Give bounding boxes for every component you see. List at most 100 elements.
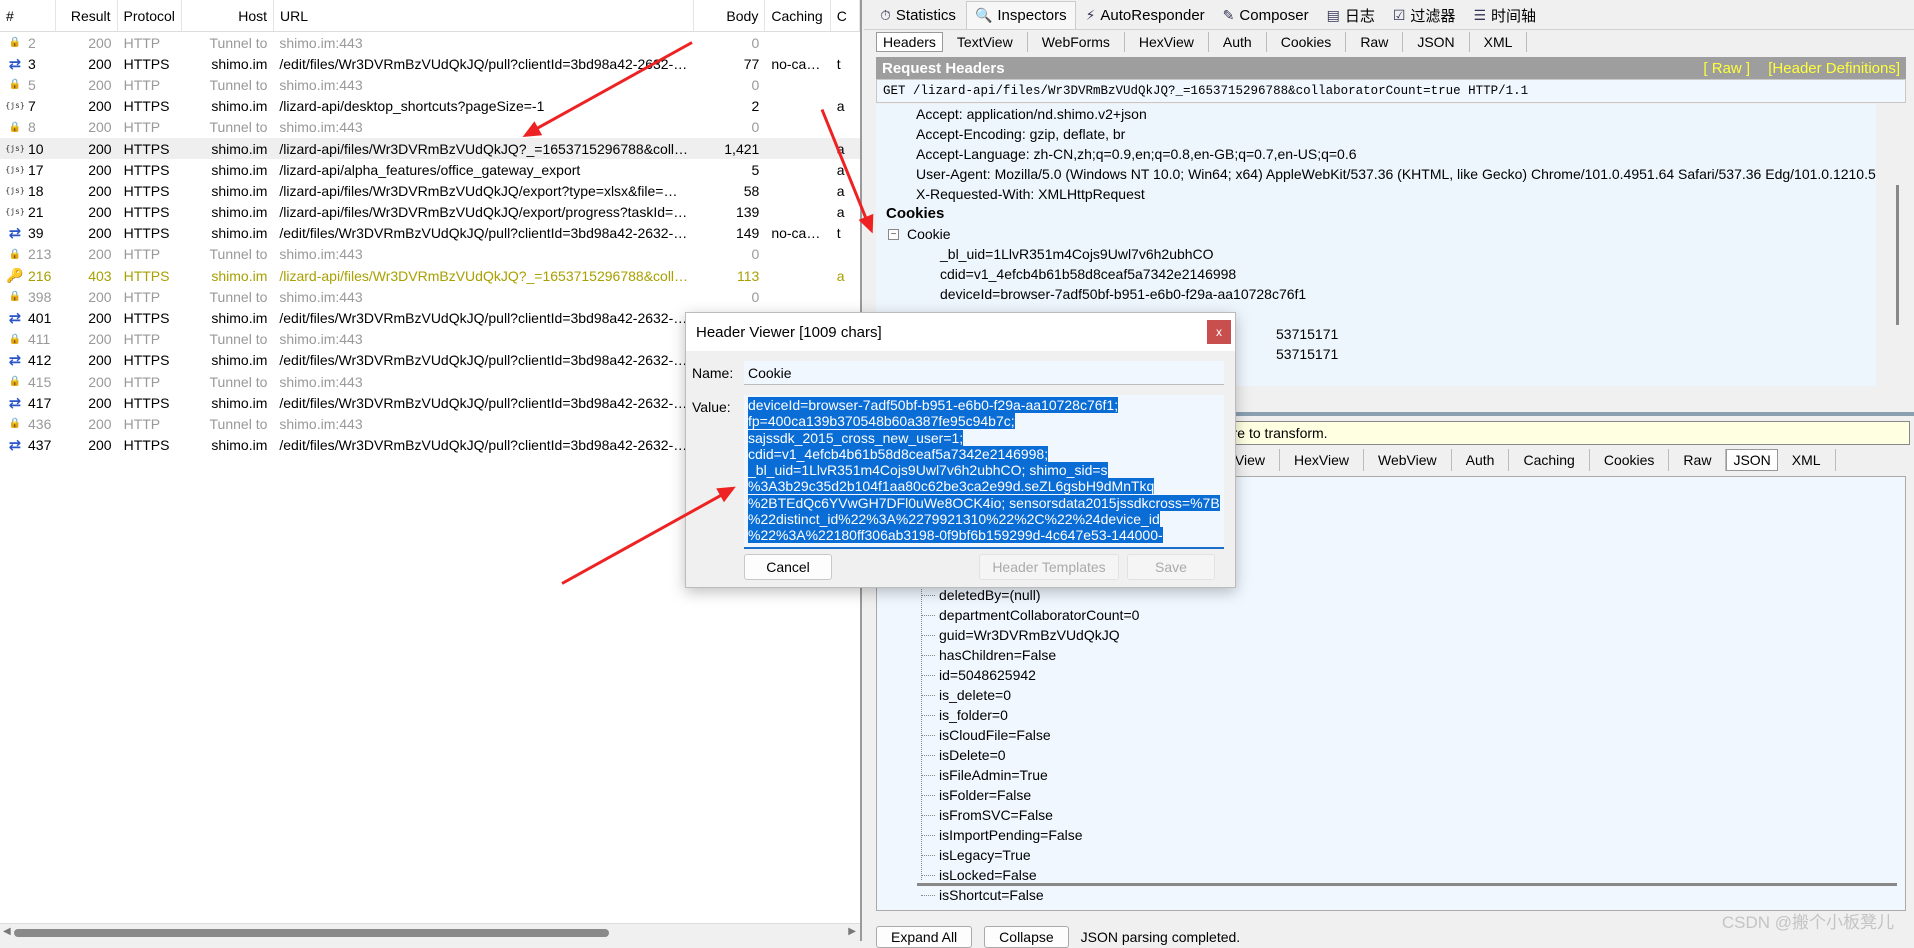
header-line[interactable]: Accept-Language: zh-CN,zh;q=0.9,en;q=0.8… <box>876 144 1876 164</box>
tab-autoresponder[interactable]: ⚡ AutoResponder <box>1078 1 1213 29</box>
collapse-button[interactable]: Collapse <box>984 926 1069 948</box>
json-node[interactable]: isDelete=0 <box>877 745 1905 765</box>
json-node[interactable]: is_delete=0 <box>877 685 1905 705</box>
tab-过滤器[interactable]: ☑ 过滤器 <box>1385 1 1464 29</box>
response-tab-xml[interactable]: XML <box>1778 449 1836 471</box>
session-row[interactable]: 🔒 5 200 HTTP Tunnel to shimo.im:443 0 <box>0 74 860 95</box>
cookie-node[interactable]: − Cookie <box>876 224 1876 244</box>
tab-composer[interactable]: ✎ Composer <box>1215 1 1317 29</box>
session-caching: no-cache <box>771 225 829 242</box>
session-content-type: a <box>836 267 845 284</box>
response-tab-hexview[interactable]: HexView <box>1280 449 1365 471</box>
request-tab-xml[interactable]: XML <box>1470 32 1528 52</box>
json-node[interactable]: is_folder=0 <box>877 705 1905 725</box>
session-url: /edit/files/Wr3DVRmBzVUdQkJQ/pull?client… <box>279 437 695 454</box>
value-line: %3A3b29c35d2b104f1aa80c62be3ca2e99d.seZL… <box>748 478 1155 495</box>
session-row[interactable]: 🔒 398 200 HTTP Tunnel to shimo.im:443 0 <box>0 286 860 307</box>
header-line[interactable]: User-Agent: Mozilla/5.0 (Windows NT 10.0… <box>876 164 1876 184</box>
tab-statistics[interactable]: ⏱ Statistics <box>872 1 964 29</box>
header-line[interactable]: Accept-Encoding: gzip, deflate, br <box>876 124 1876 144</box>
response-tab-auth[interactable]: Auth <box>1452 449 1510 471</box>
scroll-thumb[interactable] <box>14 929 609 937</box>
json-node[interactable]: isImportPending=False <box>877 825 1905 845</box>
tab-时间轴[interactable]: ☰ 时间轴 <box>1465 1 1544 29</box>
header-templates-button[interactable]: Header Templates <box>979 554 1119 580</box>
request-tab-webforms[interactable]: WebForms <box>1028 32 1125 52</box>
request-tab-raw[interactable]: Raw <box>1346 32 1404 52</box>
watermark: CSDN @搬个小板凳儿 <box>1721 913 1894 932</box>
col-url[interactable]: URL <box>274 0 695 31</box>
json-node[interactable]: deletedBy=(null) <box>877 585 1905 605</box>
session-content-type: t <box>836 55 841 72</box>
request-tab-cookies[interactable]: Cookies <box>1267 32 1347 52</box>
session-row[interactable]: {js} 17 200 HTTPS shimo.im/lizard-api/alpha_… <box>0 159 860 180</box>
col-host[interactable]: Host <box>182 0 275 31</box>
response-tab-caching[interactable]: Caching <box>1509 449 1590 471</box>
value-line: %22distinct_id%22%3A%2279921310%22%2C%22… <box>748 511 1160 528</box>
session-row[interactable]: {js} 10 200 HTTPS shimo.im/lizard-api/files/… <box>0 137 860 160</box>
response-tab-raw[interactable]: Raw <box>1669 449 1727 471</box>
name-field[interactable]: Cookie <box>744 361 1224 385</box>
sessions-hscrollbar[interactable]: ◀ ▶ <box>0 923 860 941</box>
collapse-icon[interactable]: − <box>888 228 899 240</box>
json-node[interactable]: isLegacy=True <box>877 845 1905 865</box>
response-tab-cookies[interactable]: Cookies <box>1590 449 1670 471</box>
json-hscrollbar[interactable] <box>917 883 1897 886</box>
raw-link[interactable]: [ Raw ] <box>1703 60 1750 77</box>
header-definitions-link[interactable]: [Header Definitions] <box>1768 60 1900 77</box>
session-row[interactable]: 🔒 213 200 HTTP Tunnel to shimo.im:443 0 <box>0 244 860 265</box>
json-node[interactable]: id=5048625942 <box>877 665 1905 685</box>
json-node[interactable]: departmentCollaboratorCount=0 <box>877 605 1905 625</box>
header-line[interactable]: X-Requested-With: XMLHttpRequest <box>876 184 1876 204</box>
value-textarea[interactable]: deviceId=browser-7adf50bf-b951-e6b0-f29a… <box>744 395 1224 549</box>
arrows-icon: ⇄ <box>8 310 22 327</box>
session-number: 8 <box>28 119 36 136</box>
session-row[interactable]: {js} 7 200 HTTPS shimo.im/lizard-api/desktop… <box>0 96 860 117</box>
close-button[interactable]: x <box>1207 320 1231 344</box>
json-node[interactable]: guid=Wr3DVRmBzVUdQkJQ <box>877 625 1905 645</box>
scroll-right-icon[interactable]: ▶ <box>848 926 856 937</box>
json-node[interactable]: isShortcut=False <box>877 885 1905 905</box>
col-result[interactable]: Result <box>56 0 118 31</box>
col-body[interactable]: Body <box>694 0 766 31</box>
session-row[interactable]: ⇄ 39 200 HTTPS shimo.im/edit/files/Wr3DVRmBz… <box>0 223 860 244</box>
request-tab-textview[interactable]: TextView <box>943 32 1028 52</box>
header-line[interactable]: Accept: application/nd.shimo.v2+json <box>876 104 1876 124</box>
json-node[interactable]: isLocked=False <box>877 865 1905 885</box>
tab-inspectors[interactable]: 🔍 Inspectors <box>965 1 1076 29</box>
cancel-button[interactable]: Cancel <box>744 554 832 580</box>
tab-日志[interactable]: ▤ 日志 <box>1319 1 1383 29</box>
session-row[interactable]: {js} 21 200 HTTPS shimo.im/lizard-api/files/… <box>0 202 860 223</box>
request-tab-headers[interactable]: Headers <box>876 32 943 52</box>
col-num[interactable]: # <box>0 0 56 31</box>
col-protocol[interactable]: Protocol <box>118 0 182 31</box>
json-node[interactable]: isFolder=False <box>877 785 1905 805</box>
tab-label: AutoResponder <box>1100 6 1205 24</box>
session-row[interactable]: 🔒 2 200 HTTP Tunnel to shimo.im:443 0 <box>0 32 860 53</box>
cookie-value[interactable]: cdid=v1_4efcb4b61b58d8ceaf5a7342e2146998 <box>876 264 1876 284</box>
json-node[interactable]: isFileAdmin=True <box>877 765 1905 785</box>
save-button[interactable]: Save <box>1127 554 1215 580</box>
session-row[interactable]: {js} 18 200 HTTPS shimo.im/lizard-api/files/… <box>0 180 860 201</box>
cookie-value[interactable]: deviceId=browser-7adf50bf-b951-e6b0-f29a… <box>876 284 1876 304</box>
json-node[interactable]: hasChildren=False <box>877 645 1905 665</box>
session-host: shimo.im <box>211 394 268 411</box>
response-tab-webview[interactable]: WebView <box>1364 449 1452 471</box>
request-tab-auth[interactable]: Auth <box>1209 32 1267 52</box>
json-node[interactable]: isCloudFile=False <box>877 725 1905 745</box>
col-content-type[interactable]: C <box>831 0 860 31</box>
session-number: 398 <box>28 288 52 305</box>
scroll-left-icon[interactable]: ◀ <box>3 926 11 937</box>
request-tab-json[interactable]: JSON <box>1403 32 1470 52</box>
json-node[interactable]: isFromSVC=False <box>877 805 1905 825</box>
response-tab-json[interactable]: JSON <box>1726 449 1778 471</box>
cookie-value[interactable]: _bl_uid=1LlvR351m4Cojs9Uwl7v6h2ubhCO <box>876 244 1876 264</box>
session-protocol: HTTP <box>123 76 161 93</box>
session-row[interactable]: 🔒 8 200 HTTP Tunnel to shimo.im:443 0 <box>0 117 860 138</box>
session-row[interactable]: 🔑 216 403 HTTPS shimo.im/lizard-api/files/Wr… <box>0 265 860 286</box>
request-tab-hexview[interactable]: HexView <box>1125 32 1209 52</box>
expand-all-button[interactable]: Expand All <box>876 926 973 948</box>
col-caching[interactable]: Caching <box>765 0 831 31</box>
headers-vscrollbar[interactable] <box>1896 185 1899 325</box>
session-row[interactable]: ⇄ 3 200 HTTPS shimo.im/edit/files/Wr3DVRmBzV… <box>0 53 860 74</box>
